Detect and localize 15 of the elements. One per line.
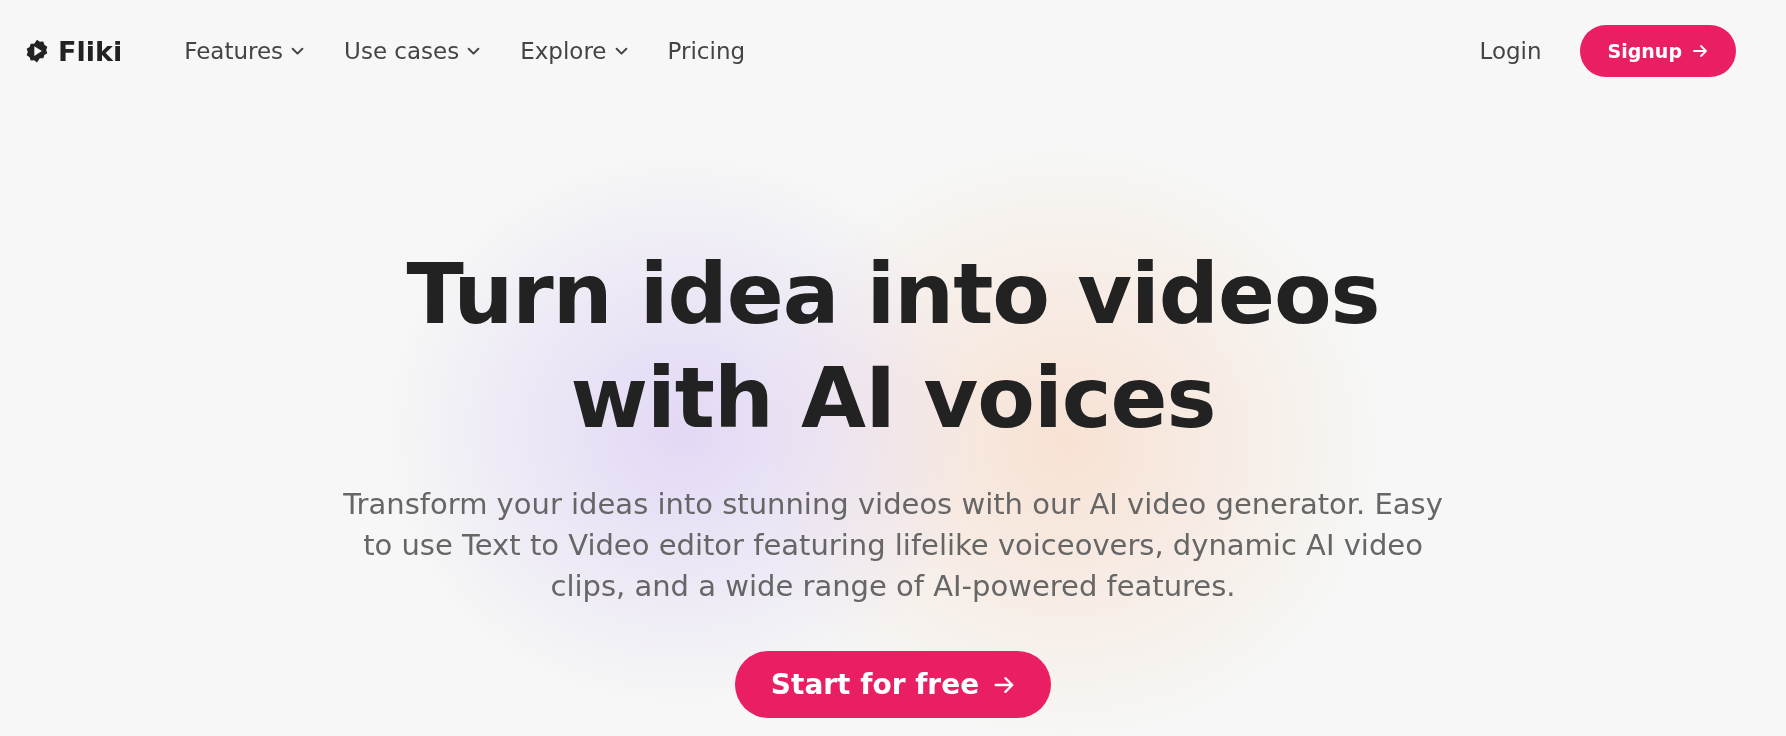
nav-link[interactable]: Features [184,38,305,64]
nav-link[interactable]: Pricing [667,38,746,64]
arrow-right-icon [1692,43,1708,59]
nav-link[interactable]: Explore [520,38,628,64]
nav-link[interactable]: Use cases [344,38,481,64]
chevron-down-icon [291,46,305,56]
login-link[interactable]: Login [1479,38,1542,64]
hero-title: Turn idea into videos with AI voices [405,244,1381,449]
chevron-down-icon [614,46,628,56]
signup-button[interactable]: Signup [1579,25,1736,77]
chevron-down-icon [467,46,481,56]
logo[interactable]: Fliki [24,35,123,67]
start-for-free-button[interactable]: Start for free [734,651,1052,718]
play-badge-icon [24,38,50,64]
hero-subtitle: Transform your ideas into stunning videos with our AI video generator. Easy to use Text to Video editor featuring lifelike voiceovers, dynamic AI video clips, and a wide range of AI-powered features. [343,486,1443,605]
